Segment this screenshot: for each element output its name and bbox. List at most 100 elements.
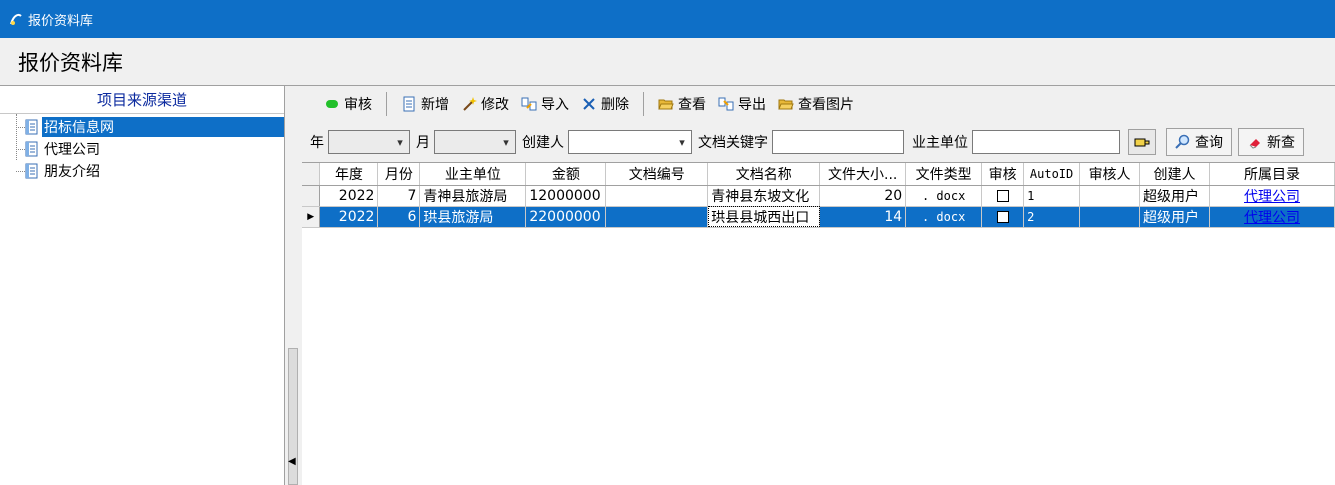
year-select[interactable]: ▾ [328,130,410,154]
cell-year[interactable]: 2022 [319,185,379,207]
owner-label: 业主单位 [912,135,968,151]
toolbar: 审核 新增 修改 导入 删除 查看 导出 查看图片 [302,86,1335,122]
add-button[interactable]: 新增 [395,91,455,117]
month-select[interactable]: ▾ [434,130,516,154]
cell-autoid[interactable]: 1 [1023,185,1081,207]
tree-item-label: 招标信息网 [42,117,284,137]
green-dot-icon [326,100,338,108]
cell-owner[interactable]: 青神县旅游局 [419,185,527,207]
document-icon [25,141,38,157]
chevron-down-icon: ▾ [503,135,509,149]
cell-approved[interactable] [981,206,1025,228]
document-icon [25,163,38,179]
cell-amount[interactable]: 12000000 [525,185,607,207]
table-row[interactable]: 2022 7 青神县旅游局 12000000 青神县东坡文化 20 . docx… [302,185,1335,207]
pick-owner-button[interactable] [1128,129,1156,155]
owner-input[interactable] [972,130,1120,154]
delete-label: 删除 [601,97,629,113]
creator-select[interactable]: ▾ [568,130,692,154]
delete-button[interactable]: 删除 [575,91,635,117]
view-button[interactable]: 查看 [652,91,712,117]
import-label: 导入 [541,97,569,113]
row-header-corner [302,163,321,186]
column-header-doc-number[interactable]: 文档编号 [605,163,709,186]
column-header-amount[interactable]: 金额 [525,163,607,186]
cell-owner[interactable]: 珙县旅游局 [419,206,527,228]
cell-amount[interactable]: 22000000 [525,206,607,228]
cell-creator[interactable]: 超级用户 [1139,185,1211,207]
keyword-input[interactable] [772,130,904,154]
column-header-directory[interactable]: 所属目录 [1209,163,1335,186]
cell-doc-name[interactable]: 珙县县城西出口 [707,206,821,228]
tree-item-label: 朋友介绍 [44,164,100,180]
add-label: 新增 [421,97,449,113]
column-header-owner[interactable]: 业主单位 [419,163,527,186]
tree-item-bidding-site[interactable]: 招标信息网 [0,116,284,138]
export-label: 导出 [738,97,766,113]
approved-checkbox[interactable] [996,189,1009,202]
column-header-autoid[interactable]: AutoID [1023,163,1081,186]
cell-file-type[interactable]: . docx [905,185,983,207]
table-row[interactable]: ▶ 2022 6 珙县旅游局 22000000 珙县县城西出口 14 . doc… [302,206,1335,228]
tree-item-agency[interactable]: 代理公司 [0,138,284,160]
cell-month[interactable]: 7 [377,185,421,207]
column-header-month[interactable]: 月份 [377,163,421,186]
view-image-button[interactable]: 查看图片 [772,91,860,117]
tree-item-label: 代理公司 [44,142,100,158]
column-header-approved[interactable]: 审核 [981,163,1025,186]
document-icon [25,119,38,135]
query-button[interactable]: 查询 [1166,128,1232,156]
open-folder-icon [778,99,794,110]
year-label: 年 [310,135,324,151]
import-button[interactable]: 导入 [515,91,575,117]
cell-file-size[interactable]: 14 [819,206,907,228]
chevron-down-icon: ▾ [397,135,403,149]
app-icon [10,14,22,25]
cell-doc-number[interactable] [605,206,709,228]
keyword-label: 文档关键字 [698,135,768,151]
directory-link[interactable]: 代理公司 [1244,189,1300,205]
approve-button[interactable]: 审核 [318,91,378,117]
cell-month[interactable]: 6 [377,206,421,228]
cell-autoid[interactable]: 2 [1023,206,1081,228]
cell-directory[interactable]: 代理公司 [1209,185,1335,207]
column-header-file-size[interactable]: 文件大小... [819,163,907,186]
delete-x-icon [583,98,595,110]
window-title: 报价资料库 [28,13,94,29]
export-button[interactable]: 导出 [712,91,772,117]
directory-link[interactable]: 代理公司 [1244,210,1300,226]
panel-splitter[interactable]: ◀ [285,86,302,485]
toolbar-separator [386,92,387,116]
column-header-year[interactable]: 年度 [319,163,379,186]
column-header-doc-name[interactable]: 文档名称 [707,163,821,186]
cell-doc-name[interactable]: 青神县东坡文化 [707,185,821,207]
open-folder-icon [658,99,674,110]
row-header-current[interactable]: ▶ [302,206,321,228]
cell-approver[interactable] [1079,185,1141,207]
column-header-approver[interactable]: 审核人 [1079,163,1141,186]
source-channel-header: 项目来源渠道 [0,86,284,114]
cell-file-size[interactable]: 20 [819,185,907,207]
cell-approver[interactable] [1079,206,1141,228]
edit-button[interactable]: 修改 [455,91,515,117]
cell-year[interactable]: 2022 [319,206,379,228]
new-query-button[interactable]: 新查 [1238,128,1304,156]
tree-item-friend-referral[interactable]: 朋友介绍 [0,160,284,182]
source-channel-panel: 项目来源渠道 招标信息网 代理公司 朋友介绍 [0,86,285,485]
cell-file-type[interactable]: . docx [905,206,983,228]
approved-checkbox[interactable] [996,210,1009,223]
view-image-label: 查看图片 [798,97,854,113]
cell-creator[interactable]: 超级用户 [1139,206,1211,228]
cell-directory[interactable]: 代理公司 [1209,206,1335,228]
column-header-creator[interactable]: 创建人 [1139,163,1211,186]
row-header[interactable] [302,185,321,207]
collapse-arrow-icon[interactable]: ◀ [288,456,296,467]
cell-approved[interactable] [981,185,1025,207]
query-label: 查询 [1195,135,1223,151]
filter-bar: 年 ▾ 月 ▾ 创建人 ▾ 文档关键字 业主单位 查询 新查 [302,126,1335,158]
cell-doc-number[interactable] [605,185,709,207]
document-grid: 年度 月份 业主单位 金额 文档编号 文档名称 文件大小... 文件类型 审核 … [302,162,1335,485]
column-header-file-type[interactable]: 文件类型 [905,163,983,186]
approve-label: 审核 [344,97,372,113]
page-heading: 报价资料库 [0,38,1335,86]
